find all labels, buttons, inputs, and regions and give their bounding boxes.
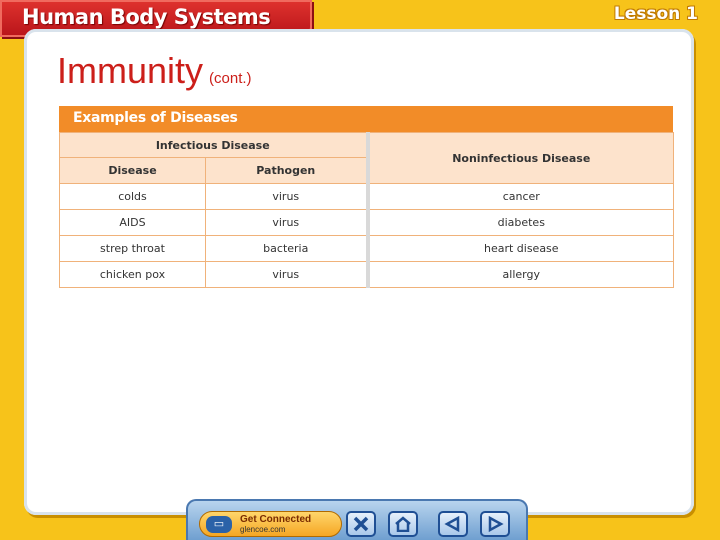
table-caption: Examples of Diseases [73,110,238,126]
close-button[interactable] [346,511,376,537]
bottom-nav-bar: ▭ Get Connected glencoe.com [186,499,528,540]
cell-noninfectious: diabetes [365,209,675,236]
cell-disease: AIDS [59,209,206,236]
lesson-label: Lesson 1 [613,4,698,24]
home-icon [395,516,411,532]
table-row: colds virus cancer [59,183,675,210]
col-pathogen: Pathogen [204,157,369,184]
table-row: AIDS virus diabetes [59,209,675,236]
back-icon [444,516,460,532]
cell-noninfectious: allergy [365,261,675,288]
col-disease: Disease [59,157,206,184]
get-connected-label: Get Connected [240,514,312,525]
cell-pathogen: virus [204,261,369,288]
cell-pathogen: virus [204,183,369,210]
table-row: strep throat bacteria heart disease [59,235,675,262]
cell-noninfectious: cancer [365,183,675,210]
forward-icon [488,516,504,532]
header-title: Human Body Systems [22,5,271,29]
get-connected-button[interactable]: ▭ Get Connected glencoe.com [199,511,342,537]
site-label: glencoe.com [240,525,286,534]
table-caption-bar: Examples of Diseases [59,106,673,132]
computer-icon: ▭ [206,516,232,533]
close-icon [353,516,369,532]
diseases-table: Infectious Disease Noninfectious Disease… [58,132,675,288]
cell-pathogen: bacteria [204,235,369,262]
cell-disease: chicken pox [59,261,206,288]
cell-noninfectious: heart disease [365,235,675,262]
cell-disease: strep throat [59,235,206,262]
group-noninfectious: Noninfectious Disease [365,132,675,184]
cell-disease: colds [59,183,206,210]
table-row: chicken pox virus allergy [59,261,675,288]
home-button[interactable] [388,511,418,537]
slide-title-text: Immunity [57,50,204,91]
slide-title-suffix: (cont.) [209,70,252,87]
forward-button[interactable] [480,511,510,537]
slide-title: Immunity (cont.) [57,50,252,92]
group-infectious: Infectious Disease [58,132,369,158]
back-button[interactable] [438,511,468,537]
cell-pathogen: virus [204,209,369,236]
